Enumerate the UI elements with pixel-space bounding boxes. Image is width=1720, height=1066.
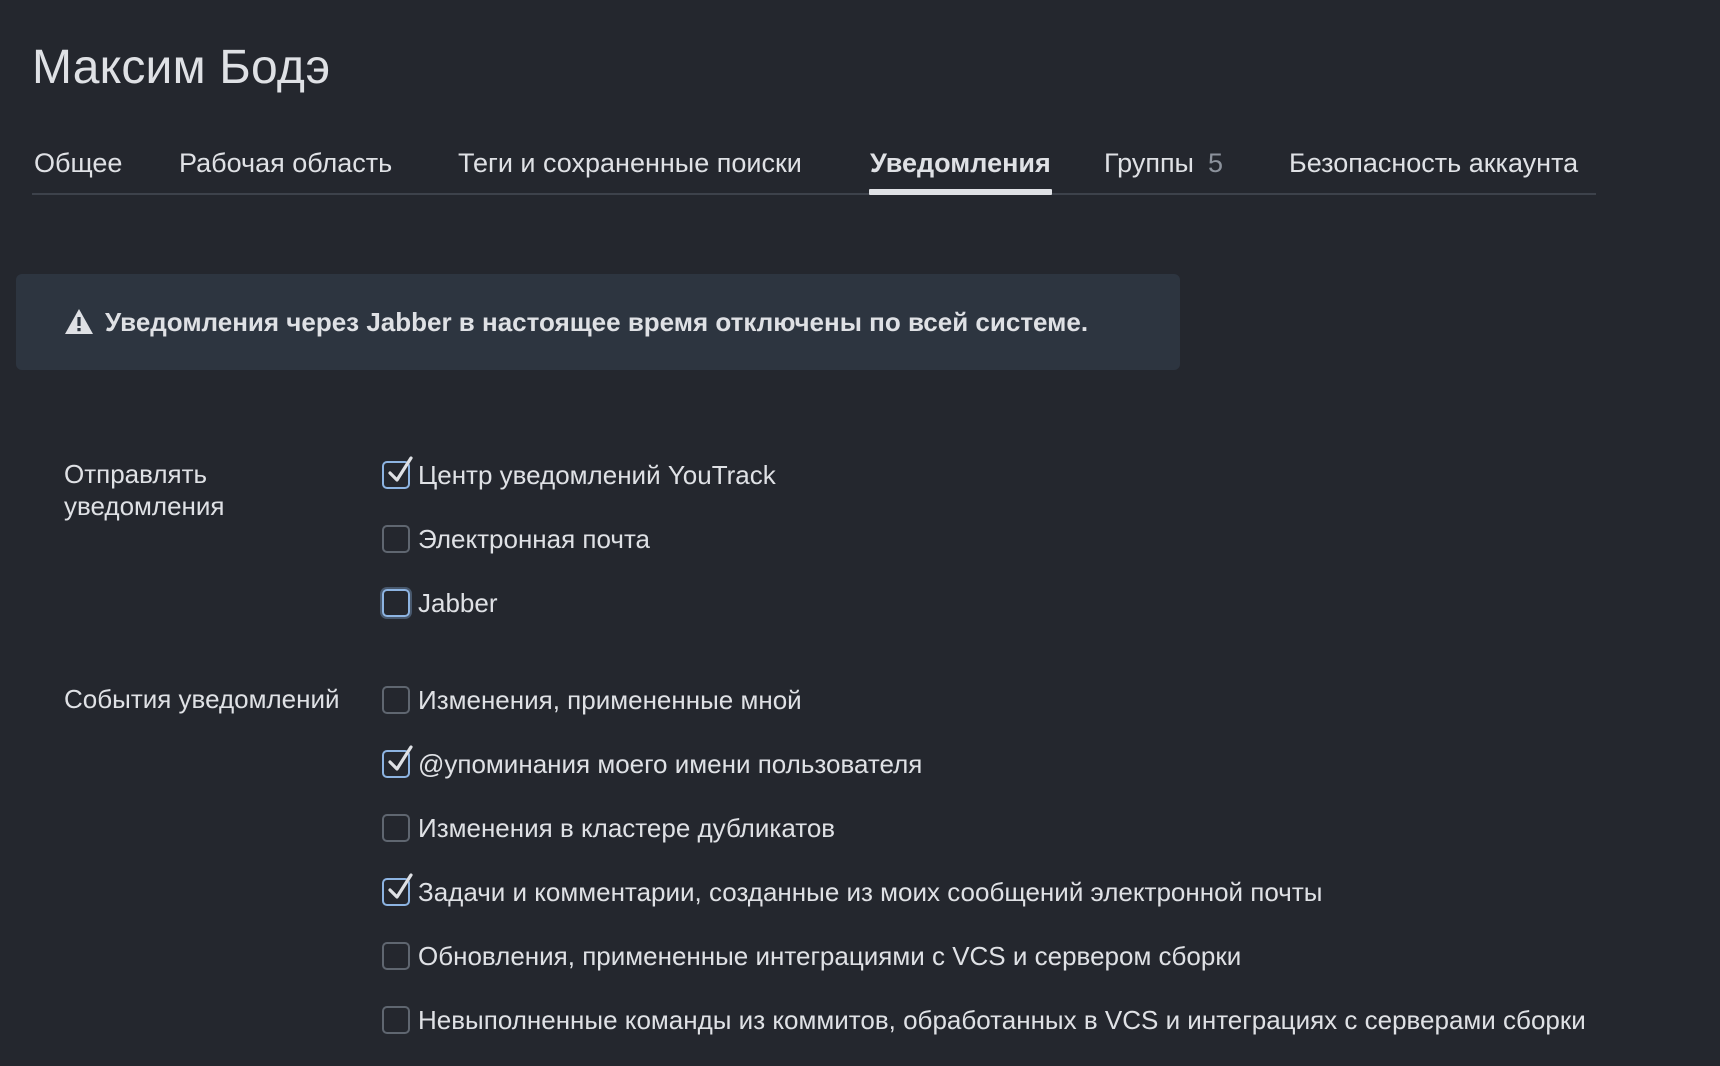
warning-icon <box>64 308 94 336</box>
youtrack-center-checkbox[interactable] <box>382 456 413 489</box>
option-label: Невыполненные команды из коммитов, обраб… <box>418 1004 1586 1035</box>
vcs-updates-checkbox[interactable] <box>382 942 410 970</box>
notification-events-label: События уведомлений <box>64 684 340 714</box>
checkmark-icon <box>388 873 413 899</box>
tab-account-security[interactable]: Безопасность аккаунта <box>1289 148 1578 179</box>
option-jabber[interactable]: Jabber <box>382 585 498 621</box>
jabber-disabled-banner: Уведомления через Jabber в настоящее вре… <box>16 274 1180 370</box>
changes-by-me-checkbox[interactable] <box>382 686 410 714</box>
option-issues-from-email[interactable]: Задачи и комментарии, созданные из моих … <box>382 873 1323 910</box>
tab-groups[interactable]: Группы 5 <box>1104 148 1223 179</box>
option-label: @упоминания моего имени пользователя <box>418 748 923 779</box>
issues-from-email-checkbox[interactable] <box>382 873 413 906</box>
option-label: Изменения в кластере дубликатов <box>418 812 836 843</box>
checkmark-icon <box>388 456 413 482</box>
option-youtrack-notification-center[interactable]: Центр уведомлений YouTrack <box>382 456 776 493</box>
send-notifications-label-line-1: Отправлять <box>64 459 208 489</box>
tab-notifications[interactable]: Уведомления <box>870 148 1051 179</box>
option-changes-applied-by-me[interactable]: Изменения, примененные мной <box>382 682 802 718</box>
option-vcs-build-updates[interactable]: Обновления, примененные интеграциями с V… <box>382 938 1241 974</box>
jabber-checkbox[interactable] <box>382 589 410 617</box>
active-tab-indicator <box>869 189 1052 195</box>
page-title: Максим Бодэ <box>32 41 331 94</box>
mentions-checkbox[interactable] <box>382 745 413 778</box>
checkmark-icon <box>388 745 413 771</box>
send-notifications-label-line-2: уведомления <box>64 491 225 521</box>
send-notifications-label: Отправлять уведомления <box>64 458 225 522</box>
duplicate-cluster-checkbox[interactable] <box>382 814 410 842</box>
option-label: Jabber <box>418 587 498 618</box>
option-label: Центр уведомлений YouTrack <box>418 459 776 490</box>
failed-commands-checkbox[interactable] <box>382 1006 410 1034</box>
option-duplicate-cluster-changes[interactable]: Изменения в кластере дубликатов <box>382 810 835 846</box>
option-email[interactable]: Электронная почта <box>382 521 650 557</box>
tab-tags-saved-searches[interactable]: Теги и сохраненные поиски <box>458 148 802 179</box>
tab-groups-label: Группы <box>1104 148 1194 178</box>
tab-groups-count: 5 <box>1207 148 1223 178</box>
option-label: Электронная почта <box>418 523 651 554</box>
banner-message: Уведомления через Jabber в настоящее вре… <box>105 306 1089 337</box>
option-label: Обновления, примененные интеграциями с V… <box>418 940 1242 971</box>
option-label: Изменения, примененные мной <box>418 684 802 715</box>
tab-workspace[interactable]: Рабочая область <box>179 148 392 179</box>
tab-general[interactable]: Общее <box>34 148 122 179</box>
option-failed-commit-commands[interactable]: Невыполненные команды из коммитов, обраб… <box>382 1002 1586 1038</box>
tab-bar: Общее Рабочая область Теги и сохраненные… <box>32 140 1596 195</box>
option-label: Задачи и комментарии, созданные из моих … <box>418 876 1323 907</box>
email-checkbox[interactable] <box>382 525 410 553</box>
option-mentions[interactable]: @упоминания моего имени пользователя <box>382 745 923 782</box>
